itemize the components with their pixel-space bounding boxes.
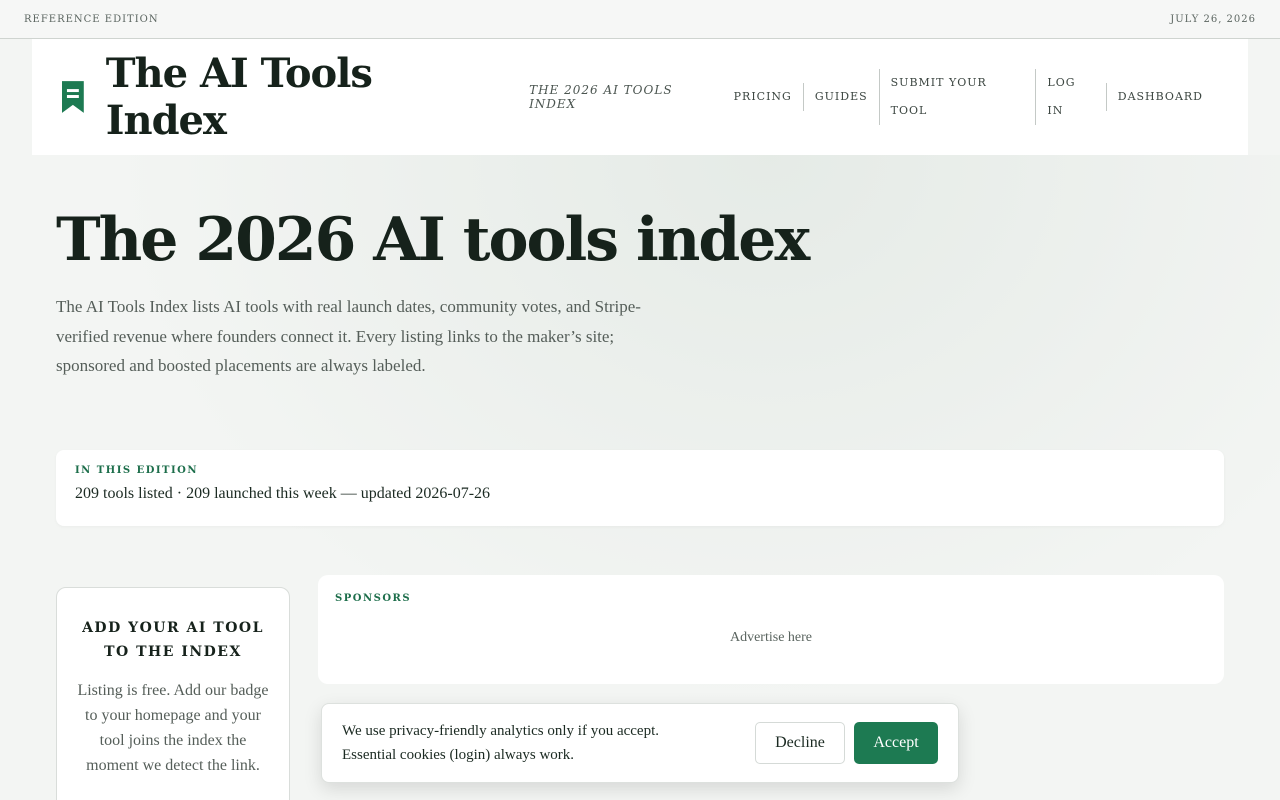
edition-summary-card: IN THIS EDITION 209 tools listed · 209 l…	[56, 450, 1224, 526]
decline-button[interactable]: Decline	[755, 722, 845, 764]
page-description: The AI Tools Index lists AI tools with r…	[56, 297, 641, 375]
nav-guides[interactable]: GUIDES	[802, 83, 879, 111]
nav-dashboard[interactable]: DASHBOARD	[1105, 83, 1214, 111]
sponsors-card: SPONSORS Advertise here	[318, 575, 1224, 684]
nav-log-in[interactable]: LOG IN	[1035, 69, 1105, 125]
edition-eyebrow: IN THIS EDITION	[75, 465, 199, 476]
main-nav: PRICING GUIDES SUBMIT YOUR TOOL LOG IN D…	[723, 69, 1214, 125]
date-label: JULY 26, 2026	[1170, 13, 1256, 25]
nav-submit-tool[interactable]: SUBMIT YOUR TOOL	[878, 69, 1036, 125]
site-title[interactable]: The AI Tools Index	[106, 50, 501, 144]
masthead: The AI Tools Index THE 2026 AI TOOLS IND…	[32, 39, 1248, 155]
accept-button[interactable]: Accept	[854, 722, 938, 764]
site-tagline: THE 2026 AI TOOLS INDEX	[529, 83, 673, 111]
top-bar: REFERENCE EDITION JULY 26, 2026	[0, 0, 1280, 39]
edition-label: REFERENCE EDITION	[24, 13, 159, 25]
add-tool-text: Listing is free. Add our badge to your h…	[77, 682, 269, 774]
cookie-banner: We use privacy-friendly analytics only i…	[321, 703, 959, 783]
bookmark-icon[interactable]	[62, 81, 84, 113]
advertise-link[interactable]: Advertise here	[335, 630, 1207, 646]
nav-pricing[interactable]: PRICING	[723, 83, 803, 111]
edition-summary: 209 tools listed · 209 launched this wee…	[75, 485, 491, 502]
add-tool-card: ADD YOUR AI TOOL TO THE INDEX Listing is…	[56, 587, 290, 800]
add-tool-title: ADD YOUR AI TOOL TO THE INDEX	[82, 620, 264, 660]
sponsors-eyebrow: SPONSORS	[335, 593, 412, 604]
page-title: The 2026 AI tools index	[56, 205, 810, 275]
cookie-text: We use privacy-friendly analytics only i…	[342, 723, 660, 763]
